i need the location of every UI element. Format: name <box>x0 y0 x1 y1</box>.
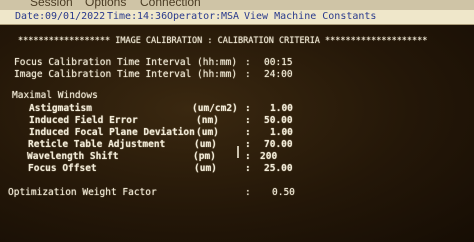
date-value: 09/01/2022 <box>45 11 106 22</box>
text-cursor <box>237 146 239 158</box>
image-interval-label: Image Calibration Time Interval <box>14 69 192 80</box>
induced-focal-plane-deviation-label: Induced Focal Plane Deviation <box>29 127 195 138</box>
status-info-bar: Date: 09/01/2022 Time: 14:36 Operator: M… <box>0 10 474 25</box>
operator-value: MSA <box>221 11 240 22</box>
menu-connection[interactable]: Connection <box>140 0 201 9</box>
menu-session[interactable]: Session <box>30 0 73 9</box>
reticle-table-adjustment-unit: (um) <box>194 139 217 150</box>
image-interval-value[interactable]: 24:00 <box>264 69 293 80</box>
screen-header: ****************** IMAGE CALIBRATION : C… <box>18 36 428 46</box>
menu-options[interactable]: Options <box>85 0 126 9</box>
focus-offset-label: Focus Offset <box>28 163 97 174</box>
maximal-windows-title: Maximal Windows <box>12 90 98 101</box>
optimization-weight-factor-sep: : <box>245 187 251 198</box>
focus-interval-unit: (hh:mm) <box>197 57 238 68</box>
focus-offset-value[interactable]: 25.00 <box>264 163 293 174</box>
image-interval-sep: : <box>245 69 251 80</box>
time-value: 14:36 <box>137 11 168 22</box>
wavelength-shift-value[interactable]: 200 <box>260 151 277 162</box>
induced-focal-plane-deviation-sep: : <box>245 127 251 138</box>
focus-offset-unit: (um) <box>194 163 217 174</box>
focus-interval-label: Focus Calibration Time Interval <box>14 57 192 68</box>
date-label: Date: <box>15 11 46 22</box>
induced-field-error-sep: : <box>245 115 251 126</box>
astigmatism-sep: : <box>245 103 251 114</box>
induced-focal-plane-deviation-unit: (um) <box>196 127 219 138</box>
induced-field-error-label: Induced Field Error <box>29 115 138 126</box>
astigmatism-unit: (um/cm2) <box>192 103 238 114</box>
induced-field-error-value[interactable]: 50.00 <box>264 115 293 126</box>
operator-label: Operator: <box>167 11 222 22</box>
induced-focal-plane-deviation-value[interactable]: 1.00 <box>270 127 293 138</box>
wavelength-shift-label: Wavelength Shift <box>27 151 119 162</box>
reticle-table-adjustment-sep: : <box>245 139 251 150</box>
menu-bar: Session Options Connection <box>0 0 474 10</box>
view-machine-constants-label: View Machine Constants <box>244 11 377 22</box>
focus-interval-value[interactable]: 00:15 <box>264 57 293 68</box>
induced-field-error-unit: (nm) <box>196 115 219 126</box>
optimization-weight-factor-label: Optimization Weight Factor <box>8 187 157 198</box>
optimization-weight-factor-value[interactable]: 0.50 <box>272 187 295 198</box>
wavelength-shift-unit: (pm) <box>193 151 216 162</box>
reticle-table-adjustment-label: Reticle Table Adjustment <box>28 139 166 150</box>
focus-interval-sep: : <box>245 57 251 68</box>
reticle-table-adjustment-value[interactable]: 70.00 <box>264 139 293 150</box>
focus-offset-sep: : <box>245 163 251 174</box>
terminal-screen: Session Options Connection Date: 09/01/2… <box>0 0 474 242</box>
astigmatism-value[interactable]: 1.00 <box>270 103 293 114</box>
wavelength-shift-sep: : <box>245 151 251 162</box>
time-label: Time: <box>107 11 138 22</box>
astigmatism-label: Astigmatism <box>29 103 92 114</box>
image-interval-unit: (hh:mm) <box>197 69 238 80</box>
